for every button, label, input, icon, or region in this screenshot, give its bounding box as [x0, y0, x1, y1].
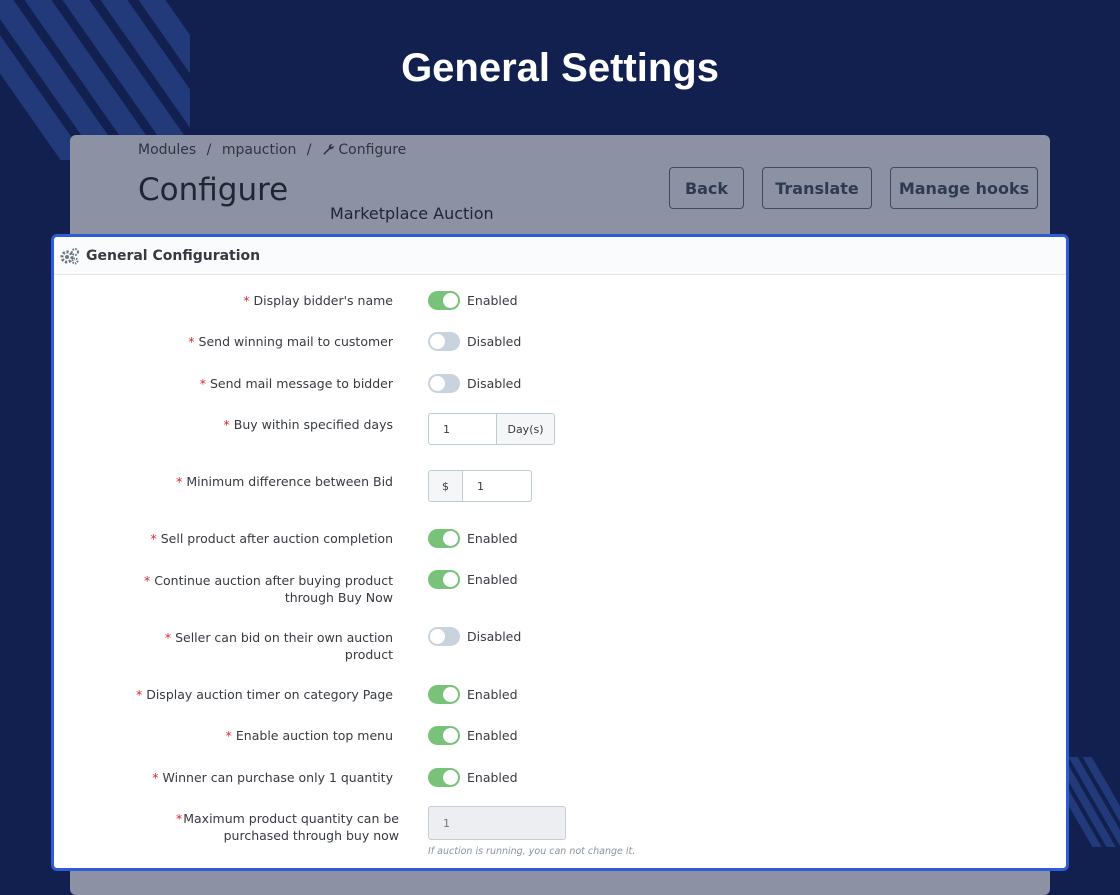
status-display-bidder-name: Enabled: [467, 293, 518, 308]
status-timer-category-page: Enabled: [467, 687, 518, 702]
gears-icon: [60, 247, 79, 264]
label-send-mail-to-bidder: * Send mail message to bidder: [199, 376, 393, 391]
translate-button[interactable]: Translate: [762, 167, 872, 209]
label-sell-after-completion: * Sell product after auction completion: [150, 531, 393, 546]
toggle-continue-auction[interactable]: [428, 570, 460, 589]
status-send-mail-to-bidder: Disabled: [467, 376, 522, 391]
breadcrumb-current: Configure: [322, 142, 412, 158]
label-seller-own-bid: * Seller can bid on their own auction prod…: [164, 630, 393, 662]
status-send-winning-mail: Disabled: [467, 334, 522, 349]
status-winner-one-quantity: Enabled: [467, 770, 518, 785]
decorative-stripes: [1060, 757, 1120, 847]
max-quantity-hint: If auction is running, you can not chang…: [428, 846, 636, 857]
currency-prefix: $: [429, 471, 463, 501]
breadcrumb-mpauction[interactable]: mpauction: [222, 142, 297, 158]
toggle-send-winning-mail[interactable]: [428, 332, 460, 351]
toggle-winner-one-quantity[interactable]: [428, 768, 460, 787]
back-button[interactable]: Back: [669, 167, 744, 209]
breadcrumb: Modules / mpauction / Configure: [138, 142, 412, 158]
status-auction-top-menu: Enabled: [467, 728, 518, 743]
toggle-sell-after-completion[interactable]: [428, 529, 460, 548]
max-quantity-input: 1: [428, 806, 566, 840]
status-continue-auction: Enabled: [467, 572, 518, 587]
breadcrumb-current-label: Configure: [338, 142, 407, 158]
module-name: Marketplace Auction: [330, 204, 494, 223]
label-display-bidder-name: * Display bidder's name: [243, 293, 393, 308]
min-bid-input-group: $ 1: [428, 470, 532, 502]
label-timer-category-page: * Display auction timer on category Page: [135, 687, 393, 702]
card-title: General Configuration: [86, 247, 261, 264]
wrench-icon: [323, 144, 334, 155]
label-send-winning-mail: * Send winning mail to customer: [188, 334, 393, 349]
breadcrumb-separator: /: [206, 142, 212, 158]
label-buy-within-days: * Buy within specified days: [223, 417, 393, 432]
status-seller-own-bid: Disabled: [467, 629, 522, 644]
toggle-timer-category-page[interactable]: [428, 685, 460, 704]
general-configuration-card: General Configuration * Display bidder's …: [51, 234, 1069, 871]
toggle-send-mail-to-bidder[interactable]: [428, 374, 460, 393]
label-max-quantity-buy-now: *Maximum product quantity can be purchase…: [175, 811, 399, 843]
toggle-display-bidder-name[interactable]: [428, 291, 460, 310]
label-auction-top-menu: * Enable auction top menu: [225, 728, 393, 743]
label-winner-one-quantity: * Winner can purchase only 1 quantity: [152, 770, 393, 785]
buy-days-input-group: 1 Day(s): [428, 413, 555, 445]
status-sell-after-completion: Enabled: [467, 531, 518, 546]
min-bid-input[interactable]: 1: [463, 471, 531, 501]
card-header: General Configuration: [54, 237, 1066, 275]
page-title: Configure: [138, 172, 289, 208]
toggle-seller-own-bid[interactable]: [428, 627, 460, 646]
toggle-auction-top-menu[interactable]: [428, 726, 460, 745]
buy-days-input[interactable]: 1: [429, 414, 497, 444]
breadcrumb-modules[interactable]: Modules: [138, 142, 196, 158]
page-heading: General Settings: [401, 46, 719, 90]
breadcrumb-separator: /: [306, 142, 312, 158]
manage-hooks-button[interactable]: Manage hooks: [890, 167, 1038, 209]
days-suffix: Day(s): [497, 414, 554, 444]
label-min-bid-difference: * Minimum difference between Bid: [176, 474, 393, 489]
label-continue-auction: * Continue auction after buying product th…: [144, 573, 393, 605]
